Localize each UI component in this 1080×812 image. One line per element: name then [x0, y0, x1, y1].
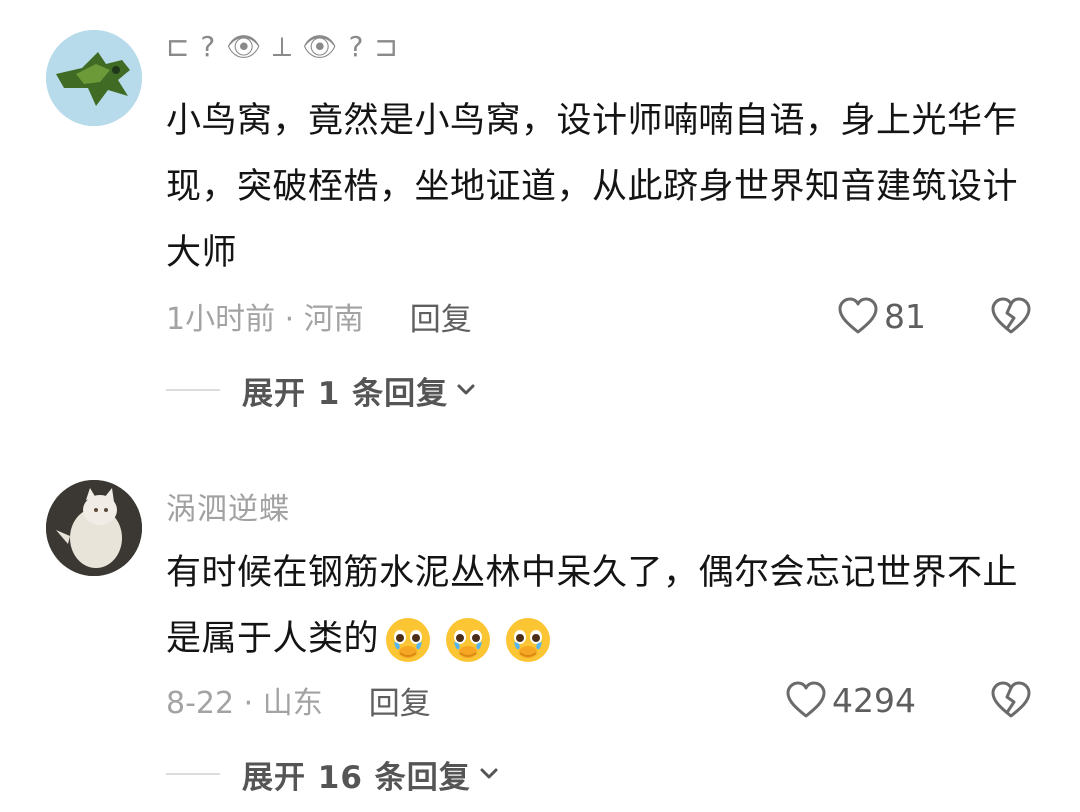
chevron-down-icon — [457, 384, 475, 395]
comment-item: ⊏ ? 👁 ⟂ 👁 ? ⊐ 小鸟窝，竟然是小鸟窝，设计师喃喃自语，身上光华乍现，… — [0, 0, 1080, 440]
like-button[interactable]: 4294 — [784, 678, 916, 722]
comment-text: 有时候在钢筋水泥丛林中呆久了，偶尔会忘记世界不止是属于人类的 — [166, 540, 1046, 672]
expand-replies-button[interactable]: 展开 16 条回复 — [166, 752, 499, 796]
comment-meta: 1小时前 · 河南 回复 — [166, 294, 472, 338]
bird-avatar-icon — [46, 30, 142, 126]
reply-button[interactable]: 回复 — [410, 294, 472, 339]
divider-line — [166, 389, 220, 391]
comment-item: 涡泗逆蝶 有时候在钢筋水泥丛林中呆久了，偶尔会忘记世界不止是属于人类的 8-22… — [0, 440, 1080, 812]
expand-replies-button[interactable]: 展开 1 条回复 — [166, 368, 476, 412]
avatar[interactable] — [46, 30, 142, 126]
chevron-down-icon — [480, 768, 498, 779]
like-button[interactable]: 81 — [836, 294, 926, 338]
cat-avatar-icon — [46, 480, 142, 576]
avatar[interactable] — [46, 480, 142, 576]
time-location: 8-22 · 山东 — [166, 686, 323, 721]
broken-heart-icon — [991, 297, 1031, 334]
dislike-button[interactable] — [988, 294, 1034, 338]
broken-heart-icon — [991, 681, 1031, 718]
comment-text-content: 有时候在钢筋水泥丛林中呆久了，偶尔会忘记世界不止是属于人类的 — [166, 553, 1019, 659]
reply-button[interactable]: 回复 — [369, 678, 431, 723]
like-count: 4294 — [832, 680, 916, 720]
comment-text: 小鸟窝，竟然是小鸟窝，设计师喃喃自语，身上光华乍现，突破桎梏，坐地证道，从此跻身… — [166, 101, 1019, 273]
comment-meta: 8-22 · 山东 回复 — [166, 678, 431, 722]
time-location: 1小时前 · 河南 — [166, 302, 364, 337]
divider-line — [166, 773, 220, 775]
like-count: 81 — [884, 296, 926, 336]
heart-outline-icon — [838, 297, 878, 334]
emoji-group — [383, 615, 553, 665]
username[interactable]: ⊏ ? 👁 ⟂ 👁 ? ⊐ — [166, 30, 399, 64]
pleading-face-icon — [386, 618, 431, 662]
heart-outline-icon — [786, 681, 826, 718]
pleading-face-icon — [506, 618, 551, 662]
expand-replies-label: 展开 1 条回复 — [242, 375, 449, 412]
username[interactable]: 涡泗逆蝶 — [166, 484, 290, 528]
expand-replies-label: 展开 16 条回复 — [242, 759, 471, 796]
pleading-face-icon — [446, 618, 491, 662]
dislike-button[interactable] — [988, 678, 1034, 722]
